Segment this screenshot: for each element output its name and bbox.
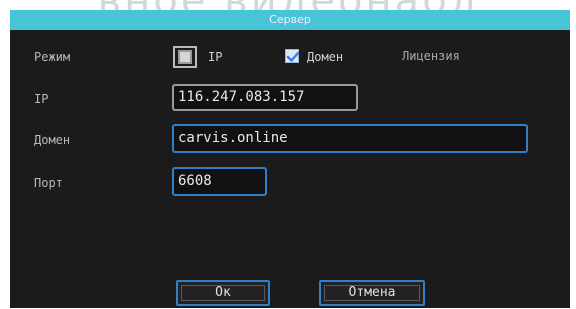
ip-mode-checkbox[interactable] [178,50,192,64]
checkmark-icon [286,51,300,62]
port-label: Порт [34,176,63,190]
ip-mode-label[interactable]: IP [208,50,222,64]
domain-label: Домен [34,133,71,147]
port-field[interactable]: 6608 [172,167,267,196]
license-mode-label[interactable]: Лицензия [402,49,460,63]
mode-label: Режим [34,50,71,64]
server-dialog: Сервер Режим IP Домен Лицензия IP 116.24… [10,10,570,308]
domain-field[interactable]: carvis.online [172,124,528,153]
ip-address-field[interactable]: 116.247.083.157 [172,84,358,111]
cancel-button[interactable]: Отмена [319,280,425,306]
ok-button[interactable]: Ок [176,280,270,306]
ok-button-label: Ок [215,285,231,300]
dialog-title: Сервер [10,10,570,30]
domain-mode-label[interactable]: Домен [307,50,343,64]
domain-mode-checkbox[interactable] [285,49,300,63]
ip-label: IP [34,92,49,106]
cancel-button-label: Отмена [348,285,396,300]
